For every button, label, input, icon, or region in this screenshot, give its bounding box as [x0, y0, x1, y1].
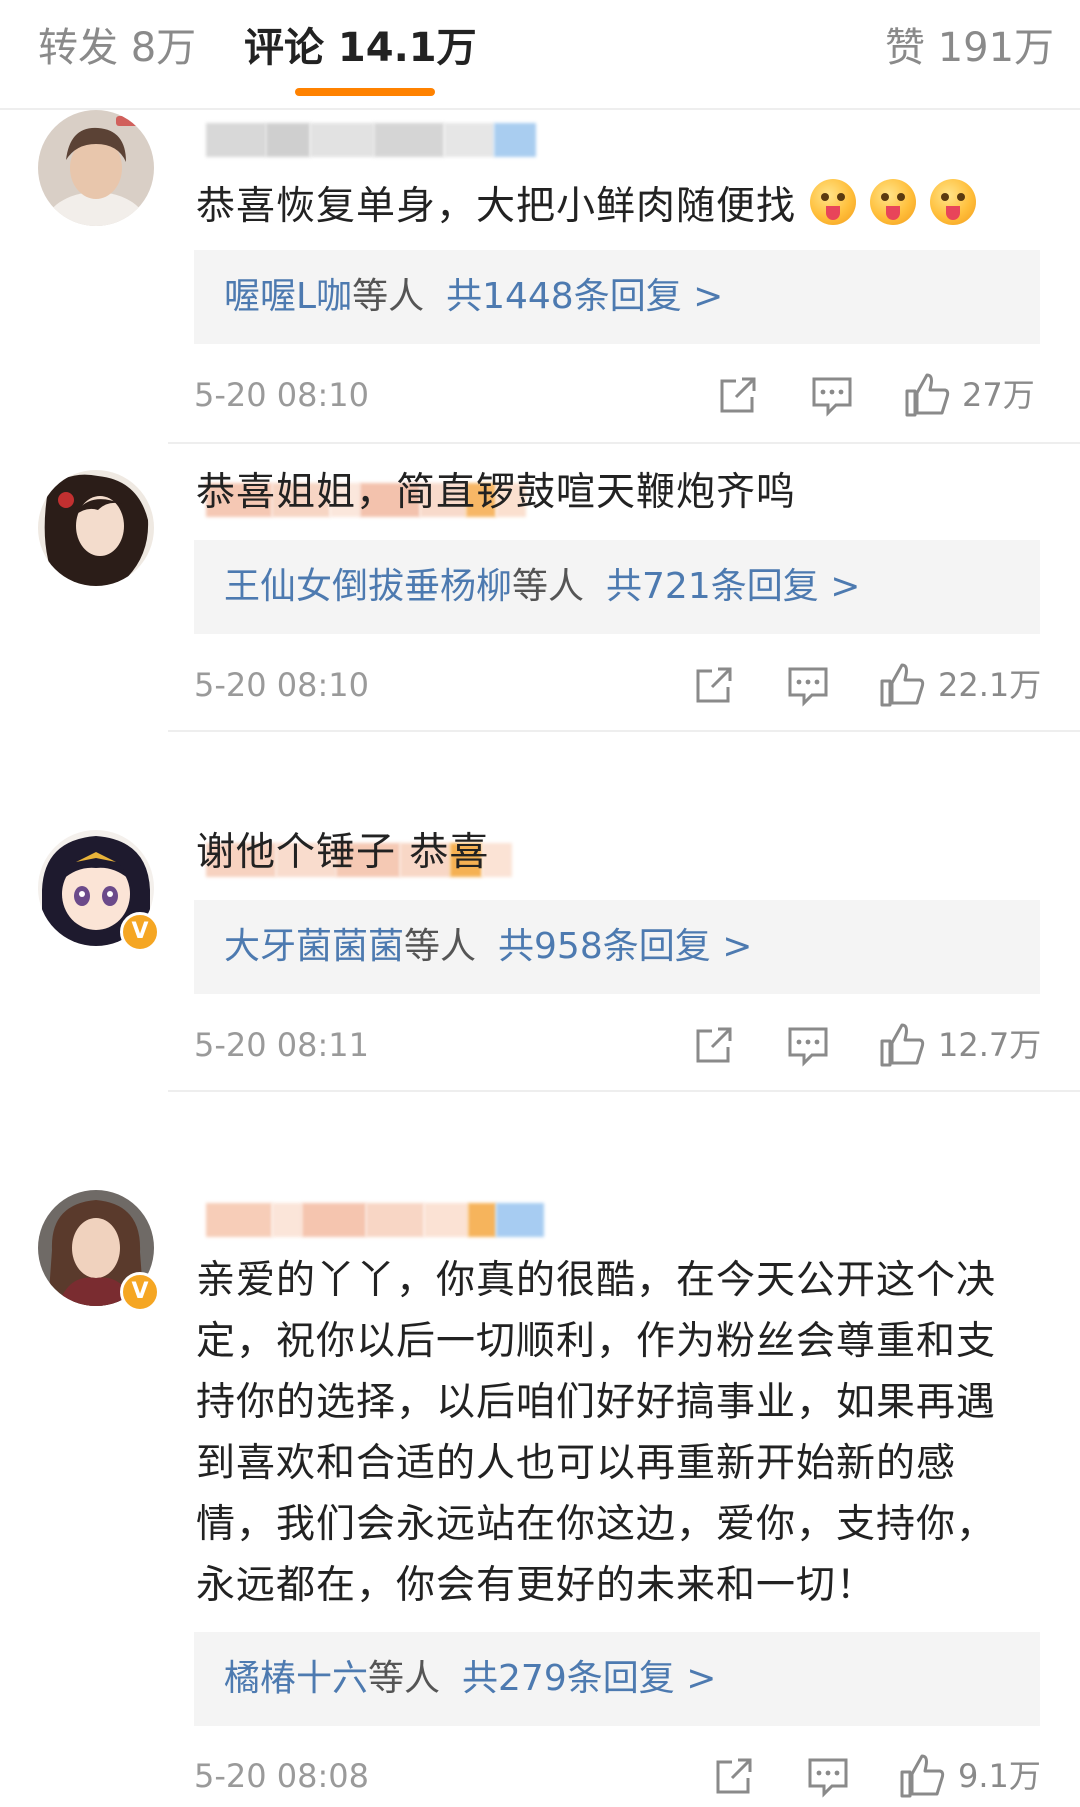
- reply-summary[interactable]: 喔喔L咖等人 共1448条回复 >: [194, 250, 1040, 344]
- username-blurred[interactable]: [196, 1190, 571, 1250]
- comment-item: 恭喜姐姐，简直锣鼓喧天鞭炮齐鸣 王仙女倒拔垂杨柳等人 共721条回复 > 5-20…: [0, 460, 1080, 780]
- reply-count-link[interactable]: 共1448条回复 >: [446, 276, 723, 317]
- comment-time: 5-20 08:10: [194, 666, 370, 704]
- reply-author[interactable]: 橘椿十六: [224, 1658, 368, 1699]
- emoji-tongue-icon: [930, 179, 977, 225]
- avatar[interactable]: V: [38, 830, 160, 952]
- thumb-up-icon[interactable]: [903, 371, 951, 419]
- comment-item: V 亲爱的丫丫，你真的很酷，在今天公开这个决 定，祝你以后一切顺利，作为粉丝会尊…: [0, 1180, 1080, 1807]
- comment-item: 恭喜恢复单身，大把小鲜肉随便找 喔喔L咖等人 共1448条回复 > 5-20 08…: [0, 100, 1080, 444]
- v-badge-icon: V: [120, 1272, 160, 1312]
- tab-like[interactable]: 赞 191万: [885, 20, 1054, 76]
- comment-meta: 5-20 08:11 12.7万: [0, 1015, 1080, 1075]
- comment-time: 5-20 08:08: [194, 1757, 370, 1795]
- divider: [168, 442, 1080, 444]
- reply-author[interactable]: 王仙女倒拔垂杨柳: [224, 566, 512, 607]
- emoji-tongue-icon: [870, 179, 917, 225]
- chat-bubble-icon[interactable]: [804, 1752, 852, 1800]
- reply-count-link[interactable]: 共721条回复 >: [606, 566, 860, 607]
- comment-meta: 5-20 08:10 27万: [0, 365, 1080, 425]
- comment-time: 5-20 08:11: [194, 1026, 370, 1064]
- tab-repost[interactable]: 转发 8万: [38, 20, 196, 76]
- comment-text: 恭喜恢复单身，大把小鲜肉随便找: [196, 176, 1046, 237]
- share-box-icon[interactable]: [690, 661, 738, 709]
- reply-author[interactable]: 大牙菌菌菌: [224, 926, 404, 967]
- emoji-tongue-icon: [810, 179, 857, 225]
- comment-meta: 5-20 08:08 9.1万: [0, 1746, 1080, 1806]
- chat-bubble-icon[interactable]: [784, 661, 832, 709]
- comment-time: 5-20 08:10: [194, 376, 370, 414]
- reply-summary[interactable]: 王仙女倒拔垂杨柳等人 共721条回复 >: [194, 540, 1040, 634]
- comment-tab-bar: 转发 8万 评论 14.1万 赞 191万: [0, 0, 1080, 110]
- avatar-image: [38, 470, 154, 586]
- share-box-icon[interactable]: [690, 1021, 738, 1069]
- reply-count-link[interactable]: 共279条回复 >: [462, 1658, 716, 1699]
- comment-text: 谢他个锤子 恭喜: [196, 830, 490, 875]
- divider: [168, 1090, 1080, 1092]
- thumb-up-icon[interactable]: [878, 661, 926, 709]
- reply-summary[interactable]: 大牙菌菌菌等人 共958条回复 >: [194, 900, 1040, 994]
- comment-meta: 5-20 08:10 22.1万: [0, 655, 1080, 715]
- like-count: 27万: [962, 376, 1035, 414]
- avatar[interactable]: [38, 110, 154, 226]
- chat-bubble-icon[interactable]: [784, 1021, 832, 1069]
- reply-count-link[interactable]: 共958条回复 >: [498, 926, 752, 967]
- like-count: 9.1万: [958, 1757, 1041, 1795]
- share-box-icon[interactable]: [710, 1752, 758, 1800]
- comment-text: 恭喜姐姐，简直锣鼓喧天鞭炮齐鸣: [196, 470, 797, 515]
- like-count: 22.1万: [938, 666, 1042, 704]
- reply-author[interactable]: 喔喔L咖: [224, 276, 352, 317]
- tab-comment[interactable]: 评论 14.1万: [244, 20, 477, 76]
- thumb-up-icon[interactable]: [898, 1752, 946, 1800]
- share-box-icon[interactable]: [714, 371, 762, 419]
- avatar-image: [38, 110, 154, 226]
- comment-item: V 谢他个锤子 恭喜 大牙菌菌菌等人 共958条回复 > 5-20 08:11 1…: [0, 820, 1080, 1140]
- comment-text: 亲爱的丫丫，你真的很酷，在今天公开这个决 定，祝你以后一切顺利，作为粉丝会尊重和…: [196, 1258, 997, 1608]
- thumb-up-icon[interactable]: [878, 1021, 926, 1069]
- avatar[interactable]: V: [38, 1190, 160, 1312]
- chat-bubble-icon[interactable]: [808, 371, 856, 419]
- active-tab-indicator: [295, 88, 435, 96]
- v-badge-icon: V: [120, 912, 160, 952]
- reply-summary[interactable]: 橘椿十六等人 共279条回复 >: [194, 1632, 1040, 1726]
- divider: [168, 730, 1080, 732]
- like-count: 12.7万: [938, 1026, 1042, 1064]
- username-blurred[interactable]: [196, 110, 571, 170]
- avatar[interactable]: [38, 470, 154, 586]
